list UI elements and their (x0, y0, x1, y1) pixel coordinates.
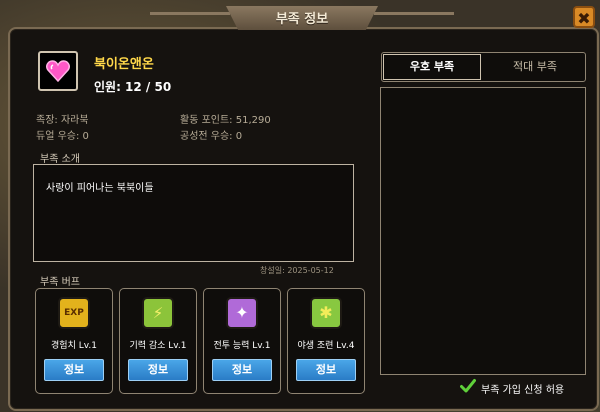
guild-emblem (38, 51, 78, 91)
close-button[interactable]: ✖ (573, 6, 595, 28)
exp-icon: EXP (58, 297, 90, 329)
buff-card-taming: ✱ 야생 조련 Lv.4 정보 (287, 288, 365, 394)
member-count: 인원: 12 / 50 (94, 80, 172, 94)
guild-leader: 족장: 자라북 (36, 115, 89, 126)
close-icon: ✖ (577, 9, 591, 28)
guild-name: 북이온앤온 (94, 57, 154, 72)
buff-info-button[interactable]: 정보 (212, 359, 272, 381)
checkmark-icon[interactable] (460, 378, 476, 394)
tab-allied-guilds[interactable]: 우호 부족 (383, 54, 481, 80)
intro-section-title: 부족 소개 (40, 154, 80, 165)
buff-info-button[interactable]: 정보 (128, 359, 188, 381)
title-ornament-right (374, 12, 454, 15)
buff-label: 기력 감소 Lv.1 (129, 341, 187, 351)
buff-card-stamina: ⚡ 기력 감소 Lv.1 정보 (119, 288, 197, 394)
sparkle-icon: ✦ (226, 297, 258, 329)
heart-icon (46, 60, 70, 82)
intro-text: 사랑이 피어나는 북북이들 (46, 183, 154, 194)
window-title: 부족 정보 (275, 12, 329, 27)
relation-list[interactable] (380, 87, 586, 375)
activity-points: 활동 포인트: 51,290 (180, 115, 271, 126)
guild-info-window: 북이온앤온 인원: 12 / 50 족장: 자라북 활동 포인트: 51,290… (8, 27, 599, 411)
lightning-icon: ⚡ (142, 297, 174, 329)
siege-wins: 공성전 우승: 0 (180, 131, 243, 142)
buff-label: 야생 조련 Lv.4 (297, 341, 355, 351)
join-request-toggle-label[interactable]: 부족 가입 신청 허용 (481, 381, 564, 396)
duel-wins: 듀얼 우승: 0 (36, 131, 89, 142)
founded-date: 창설일: 2025-05-12 (260, 266, 334, 275)
buff-info-button[interactable]: 정보 (44, 359, 104, 381)
buff-card-exp: EXP 경험치 Lv.1 정보 (35, 288, 113, 394)
buff-card-combat: ✦ 전투 능력 Lv.1 정보 (203, 288, 281, 394)
relation-tabs: 우호 부족 적대 부족 (381, 52, 586, 82)
buff-label: 전투 능력 Lv.1 (213, 341, 271, 351)
title-ornament-left (150, 12, 230, 15)
intro-box: 사랑이 피어나는 북북이들 (33, 164, 354, 262)
arrow-burst-icon: ✱ (310, 297, 342, 329)
buff-info-button[interactable]: 정보 (296, 359, 356, 381)
tab-hostile-guilds[interactable]: 적대 부족 (486, 54, 584, 80)
buff-section-title: 부족 버프 (40, 277, 80, 288)
buff-label: 경험치 Lv.1 (51, 341, 97, 351)
